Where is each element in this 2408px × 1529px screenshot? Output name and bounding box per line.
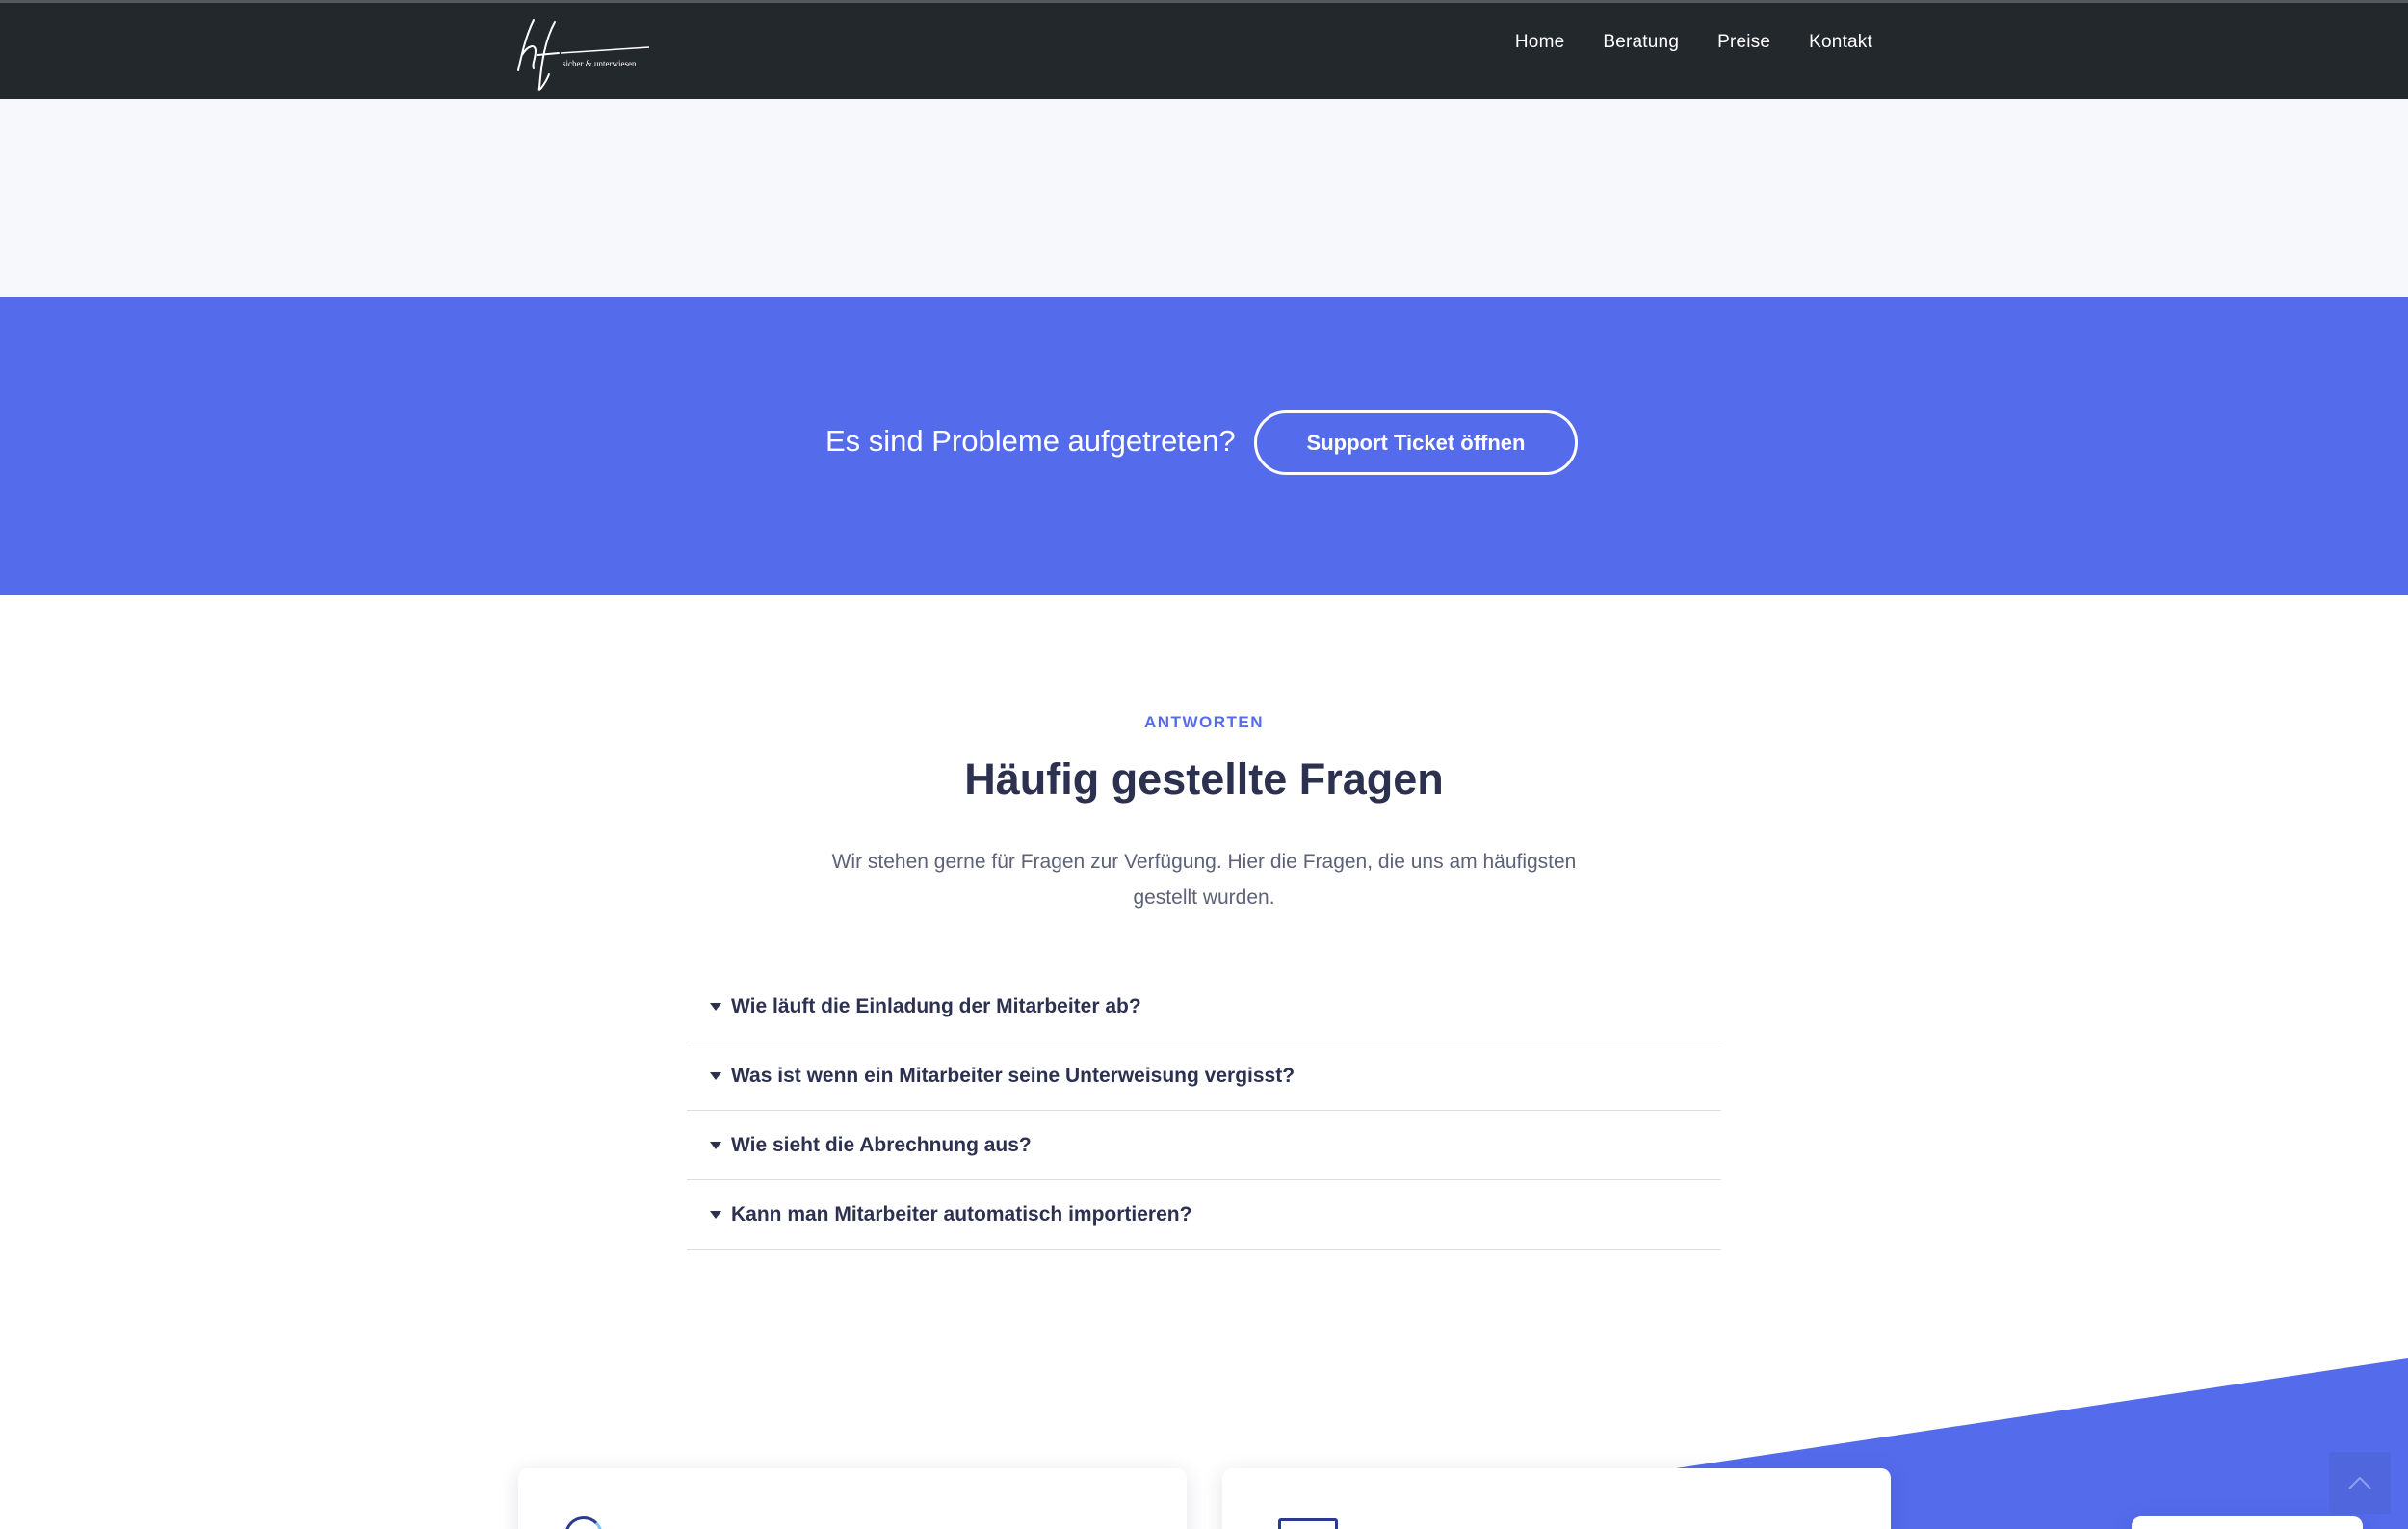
logo-tagline: sicher & unterwiesen [563, 59, 637, 68]
faq-item-2[interactable]: Was ist wenn ein Mitarbeiter seine Unter… [687, 1041, 1721, 1111]
faq-question: Kann man Mitarbeiter automatisch importi… [731, 1202, 1192, 1226]
faq-description: Wir stehen gerne für Fragen zur Verfügun… [831, 851, 1577, 909]
nav-link-preise[interactable]: Preise [1717, 28, 1770, 57]
caret-down-icon [710, 1071, 721, 1080]
faq-item-3[interactable]: Wie sieht die Abrechnung aus? [687, 1111, 1721, 1180]
top-navbar: sicher & unterwiesen Home Beratung Preis… [0, 0, 2408, 99]
faq-question: Wie läuft die Einladung der Mitarbeiter … [731, 994, 1141, 1017]
feature-card-2 [1222, 1468, 1891, 1529]
faq-eyebrow: ANTWORTEN [1144, 713, 1264, 731]
hero-bottom-band [0, 99, 2408, 297]
feature-card-1 [518, 1468, 1187, 1529]
main-nav: Home Beratung Preise Kontakt [1515, 28, 1872, 57]
accent-wedge [1676, 1358, 2408, 1529]
faq-question: Wie sieht die Abrechnung aus? [731, 1133, 1032, 1156]
faq-item-4[interactable]: Kann man Mitarbeiter automatisch importi… [687, 1180, 1721, 1250]
pie-chart-icon [564, 1516, 603, 1529]
caret-down-icon [710, 1002, 721, 1011]
faq-list: Wie läuft die Einladung der Mitarbeiter … [687, 972, 1721, 1250]
nav-link-kontakt[interactable]: Kontakt [1809, 28, 1872, 57]
features-area [0, 1270, 2408, 1529]
nav-link-home[interactable]: Home [1515, 28, 1564, 57]
caret-down-icon [710, 1210, 721, 1219]
logo-mark: sicher & unterwiesen [517, 19, 650, 91]
faq-question: Was ist wenn ein Mitarbeiter seine Unter… [731, 1064, 1296, 1087]
caret-down-icon [710, 1141, 721, 1149]
chevron-up-icon [2348, 1476, 2371, 1489]
support-cta-text: Es sind Probleme aufgetreten? [825, 424, 1236, 458]
faq-item-1[interactable]: Wie läuft die Einladung der Mitarbeiter … [687, 972, 1721, 1041]
faq-title: Häufig gestellte Fragen [964, 754, 1444, 804]
monitor-icon [1278, 1518, 1338, 1529]
feature-card-3 [2132, 1516, 2363, 1529]
scroll-to-top-button[interactable] [2329, 1452, 2391, 1514]
site-logo[interactable]: sicher & unterwiesen [516, 16, 651, 92]
support-ticket-button[interactable]: Support Ticket öffnen [1254, 410, 1578, 475]
nav-link-beratung[interactable]: Beratung [1603, 28, 1679, 57]
